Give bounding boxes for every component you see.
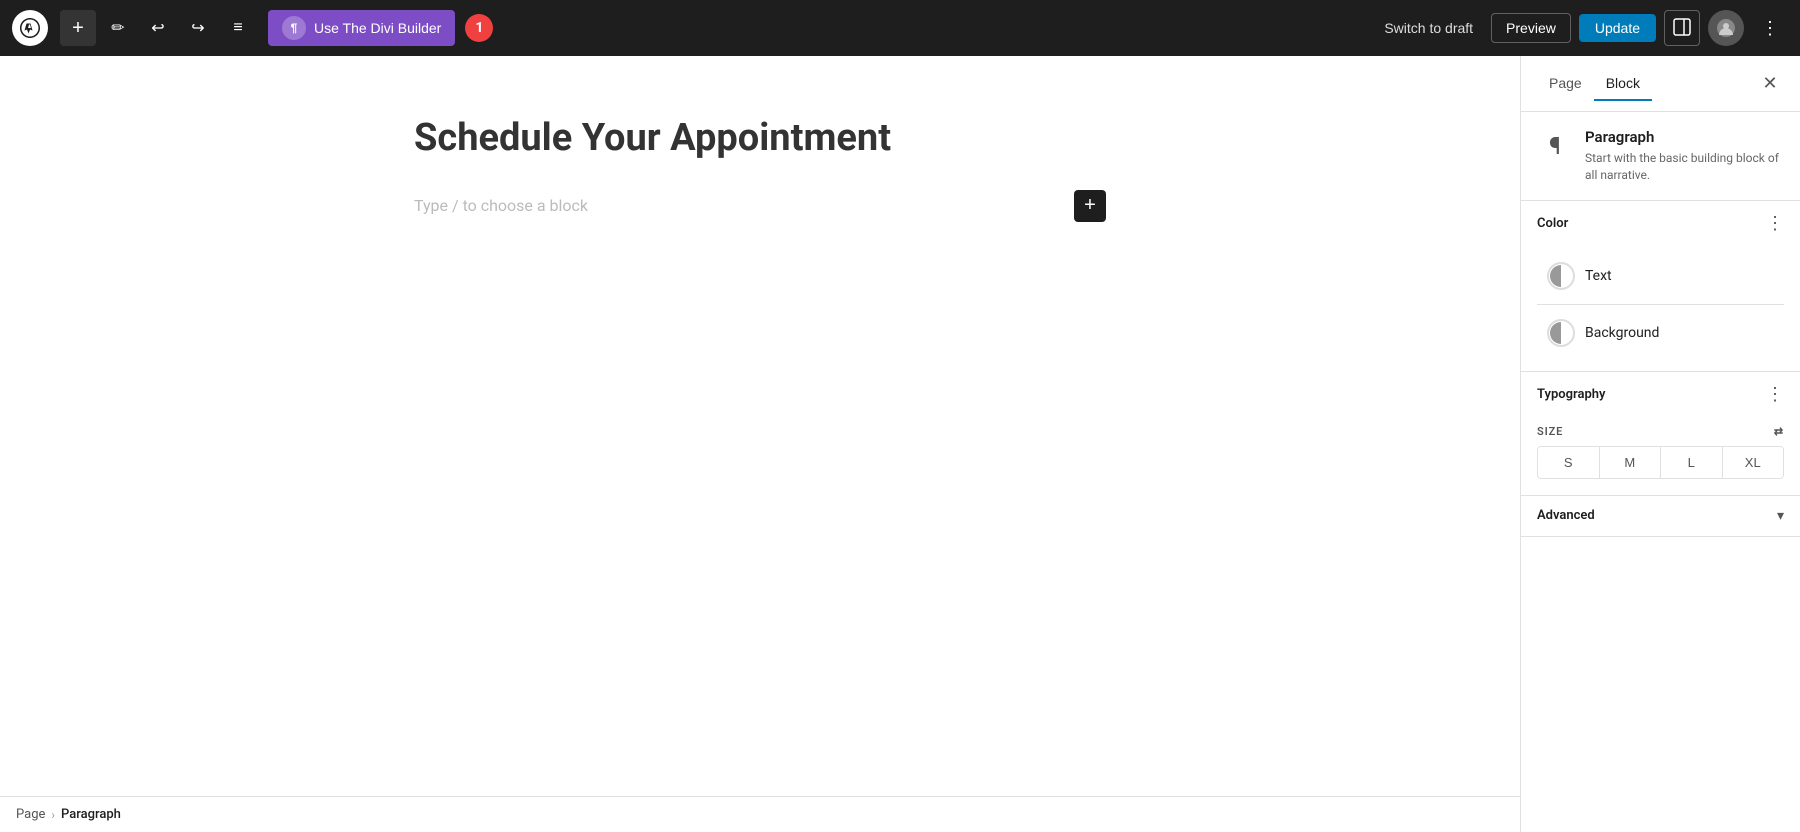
block-placeholder-text: Type / to choose a block <box>414 196 588 215</box>
sidebar-close-button[interactable]: ✕ <box>1756 70 1784 98</box>
add-block-toolbar-button[interactable]: + <box>60 10 96 46</box>
tab-page[interactable]: Page <box>1537 67 1594 101</box>
undo-button[interactable]: ↩ <box>140 10 176 46</box>
color-options: Text Background <box>1521 246 1800 371</box>
divi-builder-button[interactable]: ¶ Use The Divi Builder <box>268 10 455 46</box>
block-info-description: Start with the basic building block of a… <box>1585 150 1784 184</box>
divi-circle-icon: ¶ <box>282 16 306 40</box>
color-section-title: Color <box>1537 216 1568 231</box>
size-controls-icon[interactable]: ⇄ <box>1774 425 1784 438</box>
paragraph-icon: ¶ <box>1537 128 1573 164</box>
color-divider <box>1537 304 1784 305</box>
advanced-section-header[interactable]: Advanced ▾ <box>1521 496 1800 536</box>
size-label-text: SIZE <box>1537 425 1563 438</box>
size-buttons: S M L XL <box>1537 446 1784 479</box>
wp-logo-icon[interactable] <box>12 10 48 46</box>
chevron-down-icon: ▾ <box>1777 508 1784 524</box>
color-section: Color ⋮ Text Background <box>1521 201 1800 372</box>
typography-section-title: Typography <box>1537 387 1606 402</box>
color-section-header[interactable]: Color ⋮ <box>1521 201 1800 246</box>
redo-icon: ↪ <box>191 18 204 38</box>
breadcrumb-page[interactable]: Page <box>16 807 45 822</box>
user-avatar[interactable] <box>1708 10 1744 46</box>
typography-section: Typography ⋮ SIZE ⇄ S M L XL <box>1521 372 1800 496</box>
update-button[interactable]: Update <box>1579 14 1656 42</box>
preview-button[interactable]: Preview <box>1491 13 1571 43</box>
undo-icon: ↩ <box>151 18 164 38</box>
background-color-option[interactable]: Background <box>1537 311 1784 355</box>
size-s-button[interactable]: S <box>1538 447 1600 478</box>
text-color-label: Text <box>1585 268 1612 284</box>
toolbar-right: Switch to draft Preview Update ⋮ <box>1374 10 1788 46</box>
typography-content: SIZE ⇄ S M L XL <box>1521 417 1800 495</box>
size-xl-button[interactable]: XL <box>1723 447 1784 478</box>
pencil-icon: ✏ <box>111 18 124 38</box>
sidebar-toggle-button[interactable] <box>1664 10 1700 46</box>
sidebar-tabs: Page Block <box>1537 67 1756 101</box>
block-info: ¶ Paragraph Start with the basic buildin… <box>1521 112 1800 201</box>
more-options-button[interactable]: ⋮ <box>1752 10 1788 46</box>
background-color-label: Background <box>1585 325 1659 341</box>
sidebar-header: Page Block ✕ <box>1521 56 1800 112</box>
breadcrumb-separator: › <box>51 808 55 822</box>
text-color-swatch <box>1547 262 1575 290</box>
size-l-button[interactable]: L <box>1661 447 1723 478</box>
toolbar: + ✏ ↩ ↪ ≡ ¶ Use The Divi Builder 1 Switc… <box>0 0 1800 56</box>
redo-button[interactable]: ↪ <box>180 10 216 46</box>
right-sidebar: Page Block ✕ ¶ Paragraph Start with the … <box>1520 56 1800 832</box>
editor-content: Schedule Your Appointment Type / to choo… <box>390 116 1130 226</box>
switch-to-draft-button[interactable]: Switch to draft <box>1374 14 1483 42</box>
typography-more-button[interactable]: ⋮ <box>1766 384 1784 405</box>
list-view-button[interactable]: ≡ <box>220 10 256 46</box>
advanced-section: Advanced ▾ <box>1521 496 1800 537</box>
main-layout: Schedule Your Appointment Type / to choo… <box>0 56 1800 832</box>
typography-section-header[interactable]: Typography ⋮ <box>1521 372 1800 417</box>
text-color-option[interactable]: Text <box>1537 254 1784 298</box>
size-m-button[interactable]: M <box>1600 447 1662 478</box>
block-info-title: Paragraph <box>1585 128 1784 146</box>
list-icon: ≡ <box>233 19 242 37</box>
breadcrumb: Page › Paragraph <box>0 796 1520 832</box>
size-label: SIZE ⇄ <box>1537 425 1784 438</box>
block-placeholder-row: Type / to choose a block + <box>414 186 1106 226</box>
color-more-button[interactable]: ⋮ <box>1766 213 1784 234</box>
advanced-section-title: Advanced <box>1537 508 1595 523</box>
background-color-swatch <box>1547 319 1575 347</box>
editor-area: Schedule Your Appointment Type / to choo… <box>0 56 1520 832</box>
notification-badge[interactable]: 1 <box>465 14 493 42</box>
edit-button[interactable]: ✏ <box>100 10 136 46</box>
sidebar-toggle-icon <box>1673 18 1691 39</box>
plus-icon: + <box>72 17 84 40</box>
tab-block[interactable]: Block <box>1594 67 1652 101</box>
add-block-button[interactable]: + <box>1074 190 1106 222</box>
divi-button-label: Use The Divi Builder <box>314 20 441 36</box>
breadcrumb-current: Paragraph <box>61 807 121 822</box>
block-info-text: Paragraph Start with the basic building … <box>1585 128 1784 184</box>
page-title[interactable]: Schedule Your Appointment <box>414 116 1106 162</box>
